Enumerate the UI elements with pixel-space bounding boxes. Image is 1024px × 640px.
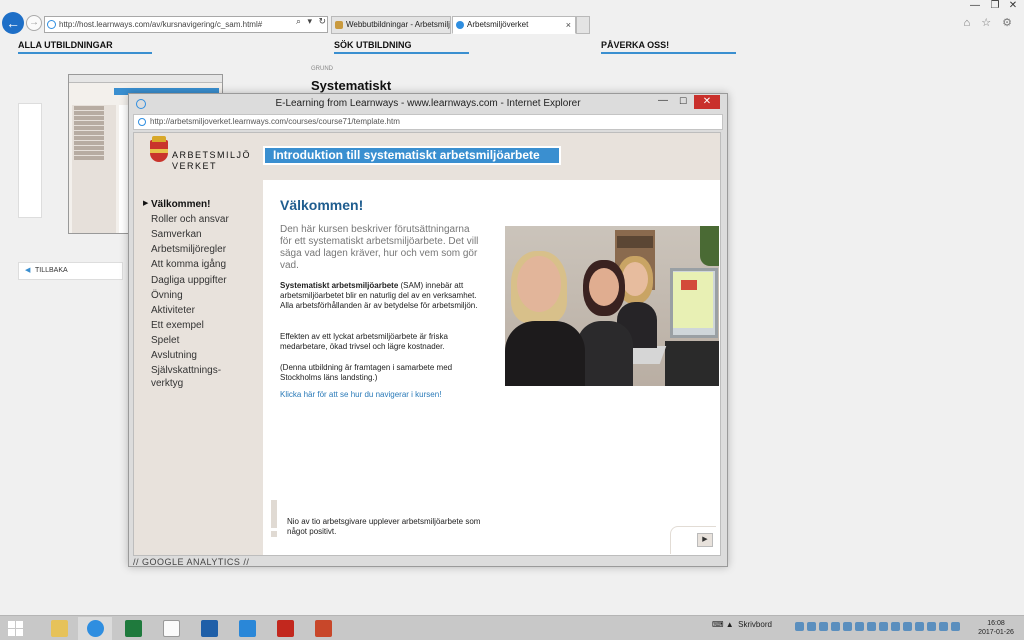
course-sidebar: ▶ Välkommen! Roller och ansvar Samverkan…	[134, 180, 263, 555]
thumbnail-sidebar	[72, 105, 116, 233]
desktop-label: Skrivbord	[738, 620, 772, 629]
page-title: Systematiskt	[311, 78, 392, 93]
menu-item-ovning[interactable]: Övning	[151, 290, 183, 301]
new-tab-button[interactable]	[576, 16, 590, 34]
logo-line2: VERKET	[172, 161, 218, 171]
minimize-button[interactable]: —	[966, 0, 984, 11]
active-marker-icon: ▶	[143, 200, 149, 207]
next-button[interactable]: ▶	[697, 533, 713, 547]
clock-date: 2017-01-26	[978, 629, 1014, 636]
address-tools[interactable]: ⌕ ▾ ↻	[296, 16, 328, 27]
taskbar: ⌨ ▲ Skrivbord 16:08 2017-01-26	[0, 615, 1024, 640]
menu-item-valkommen[interactable]: ▶ Välkommen!	[143, 199, 211, 210]
address-bar[interactable]: http://host.learnways.com/av/kursnaviger…	[44, 16, 328, 33]
page-icon	[138, 118, 146, 126]
restore-button[interactable]: ❐	[986, 0, 1004, 11]
menu-label: Välkommen!	[151, 199, 211, 210]
logo-line1: ARBETSMILJÖ	[172, 150, 252, 160]
popup-address-bar[interactable]: http://arbetsmiljoverket.learnways.com/c…	[133, 114, 723, 130]
fact-text: Nio av tio arbetsgivare upplever arbetsm…	[287, 517, 481, 536]
menu-item-avslutning[interactable]: Avslutning	[151, 350, 197, 361]
ie-page-icon	[47, 20, 56, 29]
menu-item-att-komma-igang[interactable]: Att komma igång	[151, 259, 226, 270]
popup-minimize-button[interactable]: —	[655, 95, 671, 106]
tray-symbols: ⌨ ▲	[712, 620, 734, 629]
nav-sok-utbildning[interactable]: SÖK UTBILDNING	[334, 40, 469, 54]
explorer-taskbar-icon[interactable]	[42, 617, 76, 640]
menu-item-verktyg[interactable]: verktyg	[151, 378, 183, 389]
menu-item-samverkan[interactable]: Samverkan	[151, 229, 202, 240]
nav-paverka-oss[interactable]: PÅVERKA OSS!	[601, 40, 736, 54]
sam-paragraph: Systematiskt arbetsmiljöarbete (SAM) inn…	[280, 281, 480, 311]
ie-pinned-taskbar-icon[interactable]	[230, 617, 264, 640]
next-area: ▶	[670, 526, 716, 554]
tray-icons[interactable]	[795, 622, 963, 634]
course-header: ARBETSMILJÖ VERKET Introduktion till sys…	[134, 133, 720, 180]
nav-underline	[334, 52, 469, 54]
powerpoint-taskbar-icon[interactable]	[306, 617, 340, 640]
ie-taskbar-icon[interactable]	[78, 617, 112, 640]
menu-item-dagliga-uppgifter[interactable]: Dagliga uppgifter	[151, 275, 227, 286]
popup-url: http://arbetsmiljoverket.learnways.com/c…	[150, 117, 400, 126]
popup-window: E-Learning from Learnways - www.learnway…	[128, 93, 728, 567]
nav-underline	[18, 52, 152, 54]
nav-underline	[601, 52, 736, 54]
nav-alla-utbildningar[interactable]: ALLA UTBILDNINGAR	[18, 40, 152, 54]
outlook-taskbar-icon[interactable]	[192, 617, 226, 640]
popup-close-button[interactable]: ✕	[694, 95, 720, 109]
note-paragraph: (Denna utbildning är framtagen i samarbe…	[280, 363, 453, 382]
tab-arbetsmiljoverket[interactable]: Arbetsmiljöverket ×	[452, 16, 576, 34]
back-arrow-icon: ◀	[25, 267, 31, 274]
crest-logo-icon	[150, 136, 168, 162]
menu-item-roller[interactable]: Roller och ansvar	[151, 214, 229, 225]
effect-paragraph: Effekten av ett lyckat arbetsmiljöarbete…	[280, 332, 448, 351]
google-analytics-text: // GOOGLE ANALYTICS //	[133, 557, 250, 567]
tillbaka-button[interactable]: ◀ TILLBAKA	[18, 262, 123, 280]
close-button[interactable]: ✕	[1004, 0, 1022, 11]
navigation-help-link[interactable]: Klicka här för att se hur du navigerar i…	[280, 390, 441, 399]
start-windows-icon[interactable]	[8, 621, 24, 637]
back-button[interactable]: ←	[2, 12, 24, 34]
course-page: ARBETSMILJÖ VERKET Introduktion till sys…	[133, 132, 721, 556]
address-url: http://host.learnways.com/av/kursnaviger…	[59, 20, 263, 29]
menu-item-arbetsmiljoregler[interactable]: Arbetsmiljöregler	[151, 244, 226, 255]
course-banner: Introduktion till systematiskt arbetsmil…	[263, 146, 561, 165]
menu-item-spelet[interactable]: Spelet	[151, 335, 179, 346]
nav-label: PÅVERKA OSS!	[601, 40, 670, 50]
popup-maximize-button[interactable]: ☐	[675, 96, 691, 107]
tab-webbutbildningar[interactable]: Webbutbildningar - Arbetsmilj...	[331, 16, 451, 34]
sam-bold: Systematiskt arbetsmiljöarbete	[280, 281, 399, 290]
welcome-heading: Välkommen!	[280, 197, 364, 213]
tab-label: Arbetsmiljöverket	[467, 20, 529, 29]
acrobat-taskbar-icon[interactable]	[268, 617, 302, 640]
tab-close-icon[interactable]: ×	[566, 17, 571, 33]
notepad-taskbar-icon[interactable]	[154, 617, 188, 640]
tillbaka-label: TILLBAKA	[35, 267, 68, 274]
office-photo	[505, 226, 719, 386]
clock-time: 16:08	[987, 620, 1005, 627]
system-clock[interactable]: 16:08 2017-01-26	[974, 619, 1018, 637]
forward-button[interactable]: →	[26, 15, 42, 31]
breadcrumb: GRUND	[311, 66, 333, 72]
intro-text: Den här kursen beskriver förutsättningar…	[280, 224, 479, 271]
ie-favicon-icon	[456, 21, 464, 29]
menu-item-aktiviteter[interactable]: Aktiviteter	[151, 305, 195, 316]
course-main: Välkommen! Den här kursen beskriver föru…	[263, 180, 720, 555]
tab-label: Webbutbildningar - Arbetsmilj...	[346, 20, 451, 29]
popup-title: E-Learning from Learnways - www.learnway…	[129, 94, 727, 114]
nav-label: SÖK UTBILDNING	[334, 40, 412, 50]
tray-desktop[interactable]: ⌨ ▲ Skrivbord	[712, 620, 772, 629]
home-favorites-settings-icons[interactable]: ⌂ ☆ ⚙	[964, 16, 1016, 29]
excel-taskbar-icon[interactable]	[116, 617, 150, 640]
menu-item-ett-exempel[interactable]: Ett exempel	[151, 320, 204, 331]
browser-toolbar: ← → http://host.learnways.com/av/kursnav…	[0, 0, 1024, 34]
menu-item-sjalvskattning[interactable]: Självskattnings-	[151, 365, 221, 376]
site-favicon-icon	[335, 21, 343, 29]
exclamation-icon	[269, 500, 279, 538]
thumbnail-browser-bar	[69, 75, 222, 83]
background-card	[18, 103, 42, 218]
nav-label: ALLA UTBILDNINGAR	[18, 40, 113, 50]
popup-title-text: E-Learning from Learnways - www.learnway…	[275, 98, 581, 109]
ie-logo-icon	[136, 99, 146, 109]
